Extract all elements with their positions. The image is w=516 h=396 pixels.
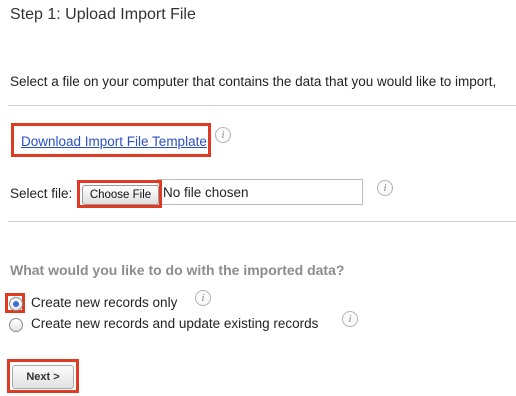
radio-create-only[interactable] — [9, 297, 23, 311]
page-title: Step 1: Upload Import File — [10, 6, 196, 23]
select-file-label: Select file: — [10, 186, 73, 201]
download-template-link[interactable]: Download Import File Template — [21, 134, 207, 149]
info-icon[interactable]: i — [342, 311, 358, 327]
option-label-create-only: Create new records only — [31, 295, 178, 310]
divider — [8, 105, 516, 106]
info-icon[interactable]: i — [195, 290, 211, 306]
option-label-create-and-update: Create new records and update existing r… — [31, 316, 319, 331]
next-button-highlight: Next > — [7, 359, 79, 393]
divider — [8, 221, 516, 222]
import-options-question: What would you like to do with the impor… — [10, 262, 345, 278]
choose-file-button[interactable]: Choose File — [82, 185, 159, 205]
intro-text: Select a file on your computer that cont… — [10, 74, 497, 89]
template-link-highlight: Download Import File Template — [11, 123, 211, 157]
info-icon[interactable]: i — [377, 180, 393, 196]
file-status-text: No file chosen — [163, 185, 249, 200]
info-icon[interactable]: i — [215, 127, 231, 143]
radio-create-and-update[interactable] — [9, 318, 23, 332]
choose-file-highlight: Choose File — [77, 180, 162, 208]
next-button[interactable]: Next > — [12, 365, 74, 389]
